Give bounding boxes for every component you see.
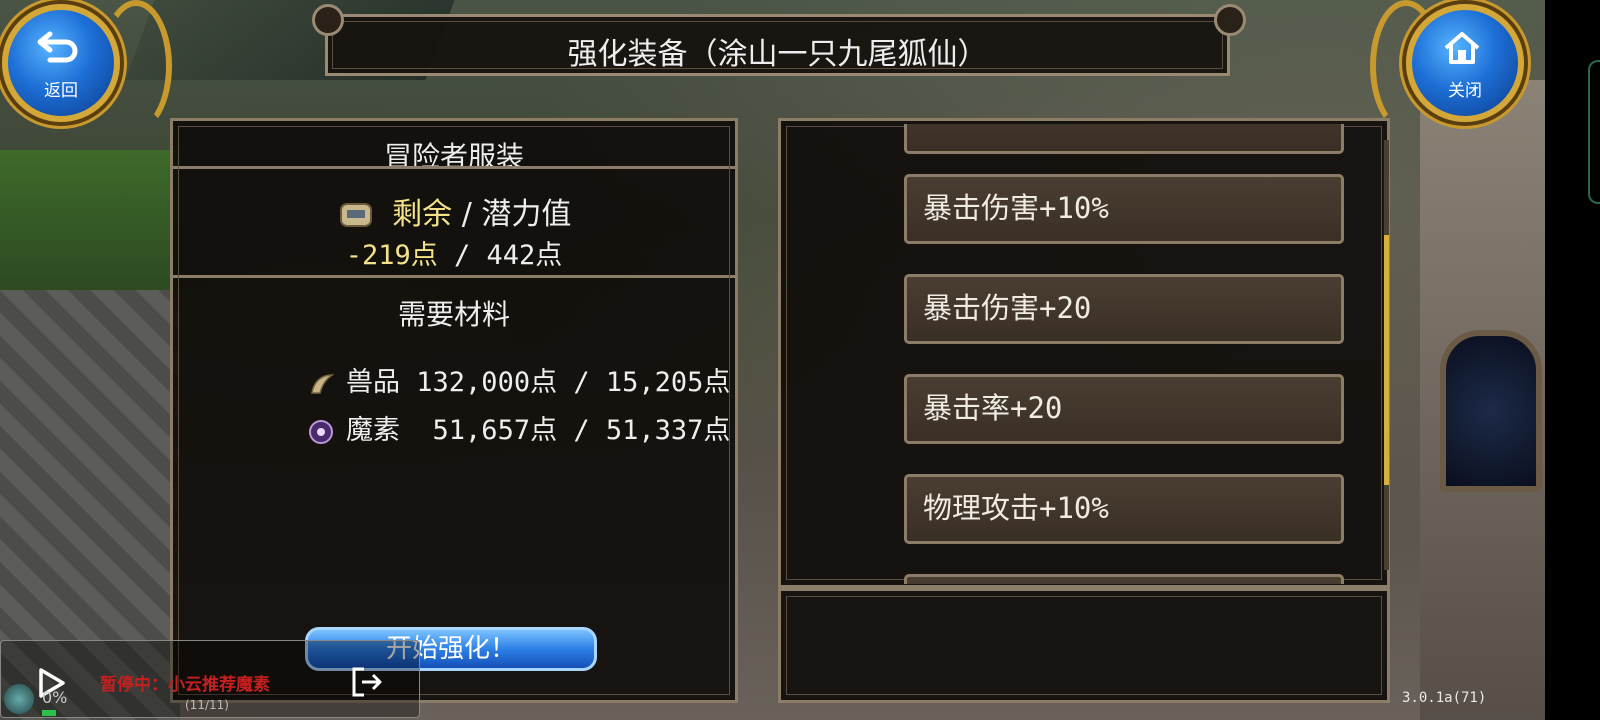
progress-counter: (11/11) bbox=[185, 698, 229, 712]
equipment-name: 冒险者服装 bbox=[383, 140, 524, 173]
material-amount: 51,657点 / 51,337点 bbox=[400, 415, 731, 446]
back-button[interactable]: 返回 bbox=[2, 4, 120, 122]
potential-value: 442点 bbox=[486, 240, 563, 271]
window-title: 强化装备（涂山一只九尾狐仙） bbox=[567, 37, 988, 72]
app-icon bbox=[4, 684, 34, 714]
close-button-label: 关闭 bbox=[1448, 81, 1482, 101]
option-item[interactable]: 暴击伤害+20 bbox=[904, 274, 1344, 344]
exit-icon[interactable] bbox=[350, 665, 384, 699]
paused-status: 暂停中：小云推荐魔素 bbox=[100, 675, 270, 695]
options-list[interactable]: 暴击伤害+10% 暴击伤害+20 暴击率+20 物理攻击+10% bbox=[786, 124, 1376, 584]
description-panel bbox=[778, 588, 1390, 703]
edge-handle bbox=[1588, 60, 1600, 204]
separator: / bbox=[437, 240, 487, 271]
option-item[interactable]: 暴击伤害+10% bbox=[904, 174, 1344, 244]
option-item[interactable]: 物理攻击+10% bbox=[904, 474, 1344, 544]
equipment-panel: 冒险者服装 剩余 / 潜力值 -219点 / 442点 需要材料 兽品 132,… bbox=[170, 118, 738, 703]
scrollbar-thumb[interactable] bbox=[1384, 235, 1389, 485]
option-item-partial[interactable] bbox=[904, 124, 1344, 154]
home-icon bbox=[1444, 32, 1480, 64]
material-name: 魔素 bbox=[346, 415, 401, 446]
potential-label: 潜力值 bbox=[481, 197, 572, 232]
remaining-value: -219点 bbox=[345, 240, 438, 271]
back-arrow-icon bbox=[37, 31, 78, 63]
option-item[interactable]: 暴击率+20 bbox=[904, 374, 1344, 444]
version-label: 3.0.1a(71) bbox=[1402, 690, 1487, 706]
progress-percent: 0% bbox=[42, 688, 68, 707]
option-item-partial[interactable] bbox=[904, 574, 1344, 584]
remaining-label: 剩余 bbox=[392, 197, 453, 232]
background-window bbox=[1440, 330, 1542, 492]
anvil-icon bbox=[339, 202, 372, 227]
panel-divider bbox=[173, 166, 735, 169]
potential-header: 剩余 / 潜力值 bbox=[173, 189, 735, 234]
purple-orb-icon bbox=[309, 419, 334, 444]
materials-title: 需要材料 bbox=[397, 298, 510, 331]
close-button[interactable]: 关闭 bbox=[1406, 4, 1524, 122]
material-row: 魔素 51,657点 / 51,337点 bbox=[243, 377, 730, 478]
title-bar: 强化装备（涂山一只九尾狐仙） bbox=[325, 14, 1230, 76]
background-grass bbox=[0, 150, 180, 290]
frame-ornament bbox=[1214, 4, 1246, 36]
back-button-label: 返回 bbox=[44, 81, 78, 101]
options-scrollbar[interactable] bbox=[1384, 140, 1389, 570]
separator: / bbox=[452, 197, 482, 232]
panel-divider bbox=[173, 275, 735, 278]
frame-ornament bbox=[312, 4, 344, 36]
potential-values: -219点 / 442点 bbox=[173, 233, 735, 272]
progress-indicator bbox=[42, 710, 56, 716]
